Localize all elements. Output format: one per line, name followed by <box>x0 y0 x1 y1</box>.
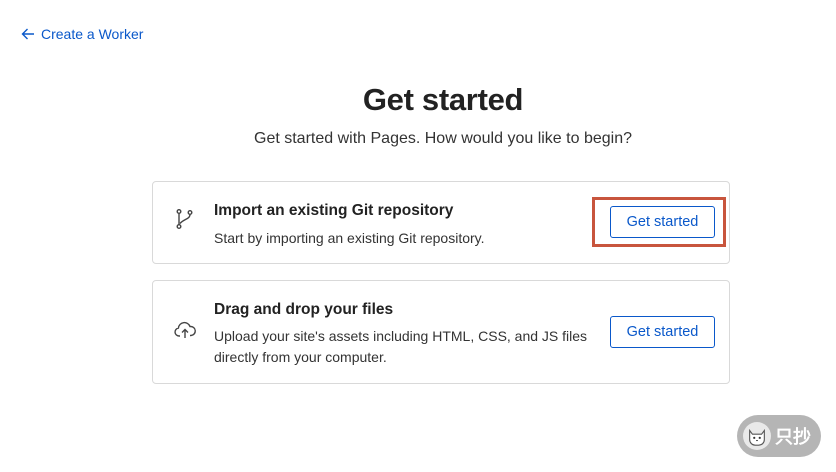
option-card-git-import: Import an existing Git repository Start … <box>152 181 730 264</box>
page: Create a Worker Get started Get started … <box>0 0 836 472</box>
git-branch-icon <box>173 207 197 231</box>
option-title: Import an existing Git repository <box>214 202 454 219</box>
page-subtitle: Get started with Pages. How would you li… <box>254 130 632 147</box>
arrow-left-icon <box>21 28 34 40</box>
cat-logo-icon <box>743 422 771 450</box>
back-link-label: Create a Worker <box>41 26 144 42</box>
option-card-drag-drop: Drag and drop your files Upload your sit… <box>152 280 730 384</box>
get-started-git-button[interactable]: Get started <box>610 206 715 238</box>
get-started-upload-button[interactable]: Get started <box>610 316 715 348</box>
watermark-badge: 只抄 <box>737 415 821 457</box>
option-description: Upload your site's assets including HTML… <box>214 328 588 365</box>
back-link[interactable]: Create a Worker <box>21 26 143 42</box>
option-description: Start by importing an existing Git repos… <box>214 230 485 246</box>
cloud-upload-icon <box>173 318 197 342</box>
watermark-text: 只抄 <box>775 427 811 447</box>
option-title: Drag and drop your files <box>214 301 394 318</box>
page-title: Get started <box>362 82 524 117</box>
